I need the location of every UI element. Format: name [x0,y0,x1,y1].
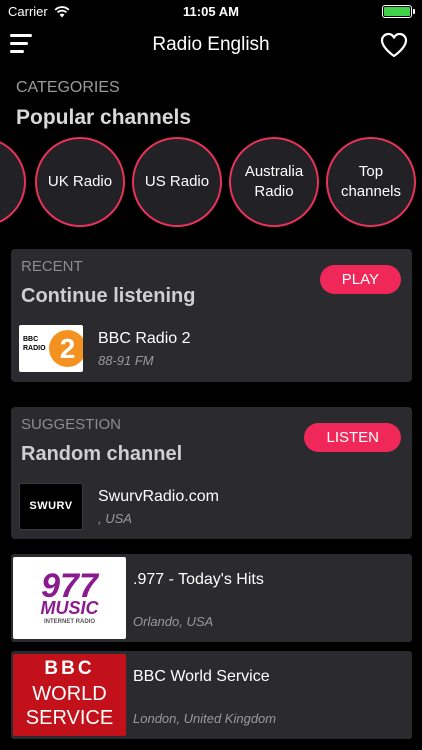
swurv-logo: SWURV [19,483,83,530]
list-item[interactable]: BBC WORLD SERVICE BBC World Service Lond… [11,651,412,739]
status-bar: Carrier 11:05 AM [0,0,422,24]
battery-icon [382,5,415,18]
popular-channels-title: Popular channels [16,106,192,129]
recent-kicker: RECENT [21,258,83,275]
station-name: BBC Radio 2 [98,330,191,347]
category-label: Top channels [340,163,402,200]
station-location: Orlando, USA [133,614,214,629]
play-button[interactable]: PLAY [319,265,401,294]
navigation-bar: Radio English [0,24,422,68]
category-label: US Radio [144,173,210,190]
listen-button[interactable]: LISTEN [304,423,401,452]
category-circle-uk-radio[interactable]: UK Radio [35,137,125,227]
status-time: 11:05 AM [183,4,239,19]
random-channel-title: Random channel [21,443,183,465]
categories-label: CATEGORIES [16,79,120,96]
continue-listening-title: Continue listening [21,285,196,307]
category-label: UK Radio [47,173,113,190]
heart-icon[interactable] [380,32,408,58]
category-circle-us-radio[interactable]: US Radio [132,137,222,227]
recent-card: RECENT Continue listening PLAY BBC RADIO… [11,249,412,382]
suggestion-card: SUGGESTION Random channel LISTEN SWURV S… [11,407,412,539]
category-circle-top-channels[interactable]: Top channels [326,137,416,227]
suggestion-kicker: SUGGESTION [21,416,122,433]
station-frequency: 88-91 FM [98,353,154,368]
category-label: Australia Radio [244,163,304,200]
station-location: London, United Kingdom [133,711,277,726]
category-carousel[interactable]: UK Radio US Radio Australia Radio Top ch… [0,137,422,229]
station-name: BBC World Service [133,668,270,685]
page-title: Radio English [152,34,270,55]
station-name: SwurvRadio.com [98,488,219,505]
station-location: , USA [98,511,132,526]
recent-station-row[interactable]: BBC RADIO 2 BBC Radio 2 88-91 FM [19,325,404,373]
category-circle-australia-radio[interactable]: Australia Radio [229,137,319,227]
bbc-world-service-logo: BBC WORLD SERVICE [13,654,126,736]
station-name: .977 - Today's Hits [133,571,264,588]
977-music-logo: 977 MUSIC INTERNET RADIO [13,557,126,639]
suggestion-station-row[interactable]: SWURV SwurvRadio.com , USA [19,483,404,531]
category-circle-partial[interactable] [0,137,26,227]
bbc-radio-2-logo: BBC RADIO 2 [19,325,83,372]
list-item[interactable]: 977 MUSIC INTERNET RADIO .977 - Today's … [11,554,412,642]
